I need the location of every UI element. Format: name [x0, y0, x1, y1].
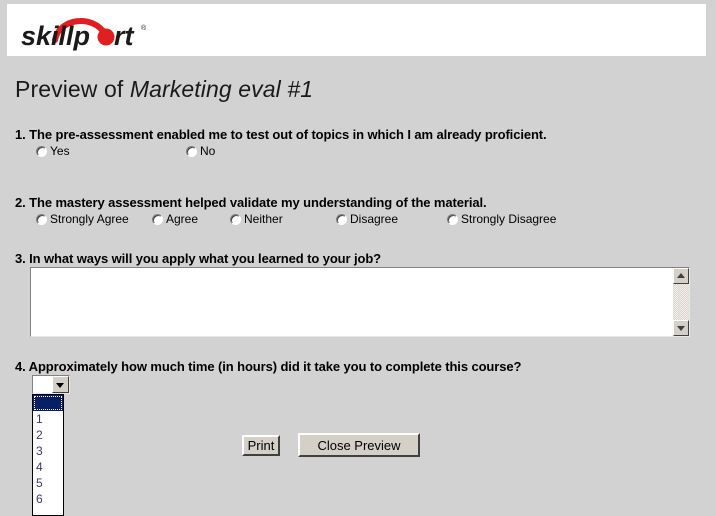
hours-option-2[interactable]: 2	[33, 427, 63, 443]
question-2-options: Strongly Agree Agree Neither Disagree Strong…	[36, 212, 556, 226]
radio-option-strongly-disagree-label: Strongly Disagree	[461, 212, 557, 226]
hours-option-blank[interactable]	[33, 395, 63, 411]
logo-dot-icon	[97, 28, 115, 46]
question-3-text: 3. In what ways will you apply what you …	[15, 251, 382, 266]
question-1-text: 1. The pre-assessment enabled me to test…	[15, 127, 547, 142]
radio-option-no[interactable]: No	[186, 144, 215, 158]
hours-option-3[interactable]: 3	[33, 443, 63, 459]
question-3-textarea-container[interactable]	[30, 267, 690, 337]
logo-trademark: ®	[141, 24, 147, 32]
page-title-survey-name: Marketing eval #1	[129, 76, 314, 102]
radio-option-yes-label: Yes	[50, 144, 70, 158]
question-4-text: 4. Approximately how much time (in hours…	[15, 359, 522, 374]
radio-option-strongly-agree-label: Strongly Agree	[50, 212, 129, 226]
page-title: Preview of Marketing eval #1	[15, 76, 313, 103]
radio-no-icon[interactable]	[186, 146, 197, 157]
radio-option-no-label: No	[200, 144, 216, 158]
hours-option-5[interactable]: 5	[33, 475, 63, 491]
radio-option-agree-label: Agree	[166, 212, 199, 226]
hours-dropdown[interactable]	[32, 375, 70, 394]
radio-option-disagree-label: Disagree	[350, 212, 399, 226]
radio-option-strongly-agree[interactable]: Strongly Agree	[36, 212, 152, 226]
question-1-options: Yes No	[36, 144, 215, 158]
page-title-prefix: Preview of	[15, 76, 130, 102]
radio-agree-icon[interactable]	[152, 214, 163, 225]
hours-option-6[interactable]: 6	[33, 491, 63, 507]
radio-neither-icon[interactable]	[230, 214, 241, 225]
radio-option-yes[interactable]: Yes	[36, 144, 186, 158]
logo-wordmark-left: skillp	[21, 21, 90, 51]
radio-strongly-agree-icon[interactable]	[36, 214, 47, 225]
hours-dropdown-listbox[interactable]: 1 2 3 4 5 6	[32, 394, 64, 516]
radio-yes-icon[interactable]	[36, 146, 47, 157]
radio-disagree-icon[interactable]	[336, 214, 347, 225]
comment-textarea[interactable]	[32, 269, 673, 335]
hours-option-1[interactable]: 1	[33, 411, 63, 427]
radio-option-neither[interactable]: Neither	[230, 212, 336, 226]
print-button[interactable]: Print	[242, 435, 280, 456]
radio-strongly-disagree-icon[interactable]	[447, 214, 458, 225]
radio-option-strongly-disagree[interactable]: Strongly Disagree	[447, 212, 556, 226]
question-2-text: 2. The mastery assessment helped validat…	[15, 195, 487, 210]
textarea-scrollbar[interactable]	[673, 268, 689, 336]
scrollbar-track[interactable]	[673, 284, 689, 320]
radio-option-neither-label: Neither	[244, 212, 283, 226]
scroll-up-arrow-icon[interactable]	[673, 268, 689, 284]
skillport-logo-graphic: skillp rt ®	[21, 18, 147, 51]
page-header: skillp rt ®	[7, 4, 706, 56]
close-preview-button[interactable]: Close Preview	[298, 433, 420, 457]
chevron-down-icon[interactable]	[52, 376, 69, 393]
radio-option-agree[interactable]: Agree	[152, 212, 230, 226]
logo-wordmark-right: rt	[114, 21, 135, 51]
hours-option-4[interactable]: 4	[33, 459, 63, 475]
skillport-logo: skillp rt ®	[19, 10, 149, 52]
radio-option-disagree[interactable]: Disagree	[336, 212, 447, 226]
scroll-down-arrow-icon[interactable]	[673, 320, 689, 336]
